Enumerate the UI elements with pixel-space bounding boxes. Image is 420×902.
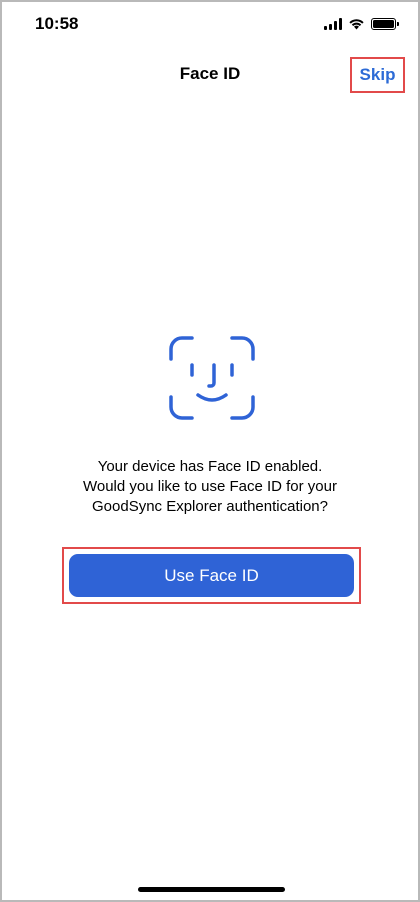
skip-button[interactable]: Skip (350, 57, 405, 93)
use-face-id-button[interactable]: Use Face ID (69, 554, 354, 597)
status-icons (324, 18, 399, 30)
face-id-icon (169, 336, 255, 420)
wifi-icon (349, 19, 364, 30)
app-screen: 10:58 Face ID Skip Your device has Face … (0, 0, 420, 902)
status-time: 10:58 (35, 14, 79, 33)
battery-icon (371, 18, 399, 30)
use-face-id-highlight: Use Face ID (62, 547, 361, 604)
message-line: Would you like to use Face ID for your (82, 478, 337, 495)
home-indicator[interactable] (138, 887, 285, 892)
cellular-signal-icon (324, 18, 342, 30)
battery-level (373, 20, 394, 28)
message-line: Your device has Face ID enabled. (97, 458, 323, 475)
message-line: GoodSync Explorer authentication? (92, 498, 328, 515)
face-id-message: Your device has Face ID enabled. Would y… (22, 457, 398, 517)
